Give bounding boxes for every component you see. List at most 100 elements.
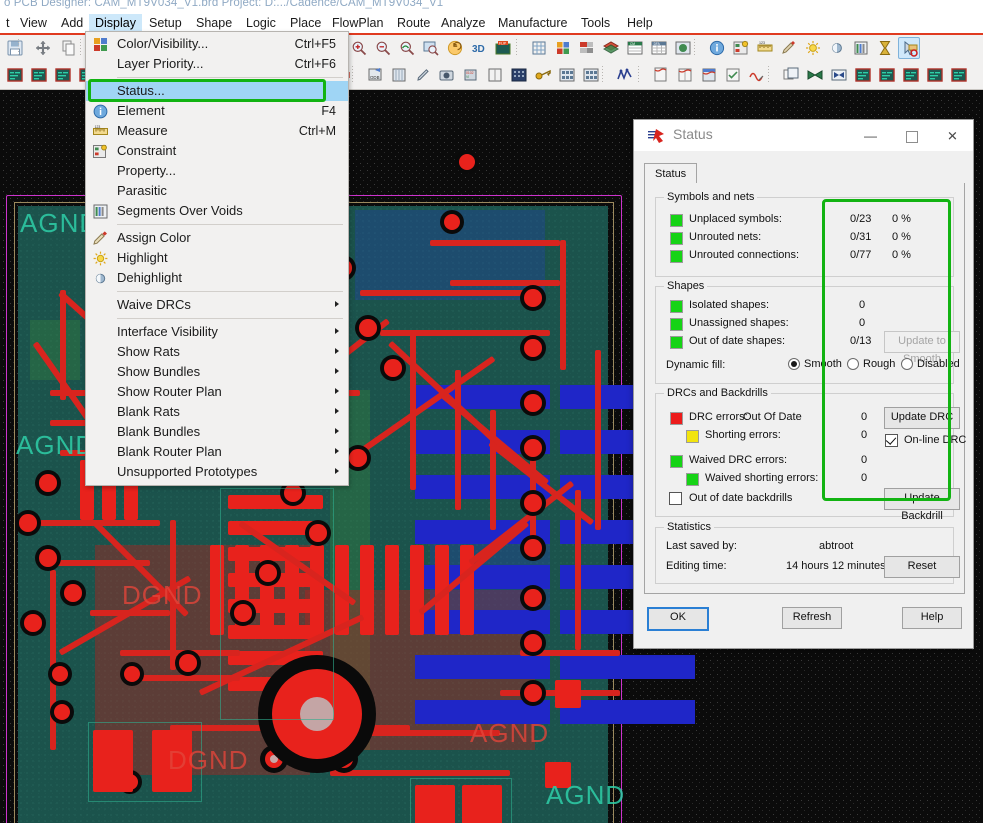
measure-icon[interactable]: 123: [754, 37, 776, 59]
repbook-icon[interactable]: [674, 64, 696, 86]
winpane-icon[interactable]: [780, 64, 802, 86]
reset-button[interactable]: Reset: [884, 556, 960, 578]
menu-item-unsupported-prototypes[interactable]: Unsupported Prototypes: [86, 462, 348, 482]
zoomwin-icon[interactable]: [420, 37, 442, 59]
menu-item-segments-over-voids[interactable]: Segments Over Voids: [86, 201, 348, 221]
menu-item-parasitic[interactable]: Parasitic: [86, 181, 348, 201]
menu-item-show-router-plan[interactable]: Show Router Plan: [86, 382, 348, 402]
copy-icon[interactable]: [58, 37, 80, 59]
menu-help[interactable]: Help: [621, 14, 659, 33]
brush-icon[interactable]: [778, 37, 800, 59]
threed-icon[interactable]: 3D: [468, 37, 490, 59]
board-icon[interactable]: [28, 64, 50, 86]
radio-dynamic-fill-disabled[interactable]: [901, 358, 913, 370]
menu-item-dehighlight[interactable]: Dehighlight: [86, 268, 348, 288]
menu-item-measure[interactable]: 123 Measure Ctrl+M: [86, 121, 348, 141]
maximize-button[interactable]: [891, 120, 932, 151]
menu-item-blank-rats[interactable]: Blank Rats: [86, 402, 348, 422]
repcal-icon[interactable]: [698, 64, 720, 86]
cm-icon[interactable]: CM: [624, 37, 646, 59]
menu-tools[interactable]: Tools: [575, 14, 616, 33]
book-icon[interactable]: [484, 64, 506, 86]
zoomin-icon[interactable]: [348, 37, 370, 59]
minimize-button[interactable]: —: [850, 120, 891, 151]
ok-button[interactable]: OK: [647, 607, 709, 631]
display-dropdown-menu[interactable]: Color/Visibility... Ctrl+F5 Layer Priority…: [85, 31, 349, 486]
cursor-icon[interactable]: [898, 37, 920, 59]
zoomout-icon[interactable]: [372, 37, 394, 59]
board-icon[interactable]: [52, 64, 74, 86]
menu-item-highlight[interactable]: Highlight: [86, 248, 348, 268]
stack-icon[interactable]: [600, 37, 622, 59]
board-icon[interactable]: [924, 64, 946, 86]
menu-item-constraint[interactable]: Constraint: [86, 141, 348, 161]
menu-item-waive-drcs[interactable]: Waive DRCs: [86, 295, 348, 315]
constraint-icon[interactable]: [730, 37, 752, 59]
board-icon[interactable]: [900, 64, 922, 86]
menu-item-blank-router-plan[interactable]: Blank Router Plan: [86, 442, 348, 462]
nc-icon[interactable]: 0102 VI: [460, 64, 482, 86]
out-of-date-backdrills-checkbox[interactable]: [669, 492, 682, 505]
undo-icon[interactable]: [444, 37, 466, 59]
net-icon[interactable]: [614, 64, 636, 86]
help-button[interactable]: Help: [902, 607, 962, 629]
rep-icon[interactable]: [650, 64, 672, 86]
dfa-icon[interactable]: DFA: [648, 37, 670, 59]
menu-item-element[interactable]: Element F4: [86, 101, 348, 121]
info-icon[interactable]: [706, 37, 728, 59]
bowtie-icon[interactable]: [804, 64, 826, 86]
menu-item-assign-color[interactable]: Assign Color: [86, 228, 348, 248]
menu-manufacture[interactable]: Manufacture: [492, 14, 573, 33]
colors-icon[interactable]: [552, 37, 574, 59]
dots-icon[interactable]: [508, 64, 530, 86]
menu-item-color-visibility[interactable]: Color/Visibility... Ctrl+F5: [86, 34, 348, 54]
sun-icon[interactable]: [802, 37, 824, 59]
globe-icon[interactable]: [672, 37, 694, 59]
grid-icon[interactable]: [528, 37, 550, 59]
layers-icon[interactable]: [576, 37, 598, 59]
save-icon[interactable]: [4, 37, 26, 59]
menu-item-interface-visibility[interactable]: Interface Visibility: [86, 322, 348, 342]
sun-icon: [93, 251, 108, 266]
radio-dynamic-fill-rough[interactable]: [847, 358, 859, 370]
repchk-icon[interactable]: [722, 64, 744, 86]
update-backdrill-button[interactable]: Update Backdrill: [884, 488, 960, 522]
key-icon[interactable]: [532, 64, 554, 86]
menu-view[interactable]: View: [14, 14, 53, 33]
zoomfit-icon[interactable]: [396, 37, 418, 59]
menu-item-show-rats[interactable]: Show Rats: [86, 342, 348, 362]
pen-icon[interactable]: [412, 64, 434, 86]
online-drc-checkbox[interactable]: [885, 434, 898, 447]
board-icon[interactable]: [876, 64, 898, 86]
hourglass-icon[interactable]: [874, 37, 896, 59]
move-icon[interactable]: [32, 37, 54, 59]
status-dialog[interactable]: Status — ✕ Status Symbols and nets Unpla…: [633, 119, 974, 649]
menu-item-status[interactable]: Status...: [86, 81, 348, 101]
radio-dynamic-fill-smooth[interactable]: [788, 358, 800, 370]
camera-icon[interactable]: [436, 64, 458, 86]
menu-analyze[interactable]: Analyze: [435, 14, 491, 33]
pads-icon[interactable]: [580, 64, 602, 86]
flip-icon[interactable]: FLIP: [492, 37, 514, 59]
board-icon[interactable]: [948, 64, 970, 86]
menu-item-property[interactable]: Property...: [86, 161, 348, 181]
update-to-smooth-button[interactable]: Update to Smooth: [884, 331, 960, 365]
menu-item-layer-priority[interactable]: Layer Priority... Ctrl+F6: [86, 54, 348, 74]
board-icon[interactable]: [852, 64, 874, 86]
tab-status[interactable]: Status: [644, 163, 698, 185]
net-label: AGND: [16, 430, 96, 460]
moon-icon[interactable]: [826, 37, 848, 59]
menu-route[interactable]: Route: [391, 14, 436, 33]
refresh-button[interactable]: Refresh: [782, 607, 842, 629]
close-button[interactable]: ✕: [932, 120, 973, 151]
bowtie2-icon[interactable]: [828, 64, 850, 86]
pads-icon[interactable]: [556, 64, 578, 86]
board-icon[interactable]: [4, 64, 26, 86]
menu-item-blank-bundles[interactable]: Blank Bundles: [86, 422, 348, 442]
film-icon[interactable]: [388, 64, 410, 86]
menu-item-show-bundles[interactable]: Show Bundles: [86, 362, 348, 382]
odb-icon[interactable]: ODB: [364, 64, 386, 86]
wave-icon[interactable]: [746, 64, 768, 86]
update-drc-button[interactable]: Update DRC: [884, 407, 960, 429]
bars-icon[interactable]: [850, 37, 872, 59]
